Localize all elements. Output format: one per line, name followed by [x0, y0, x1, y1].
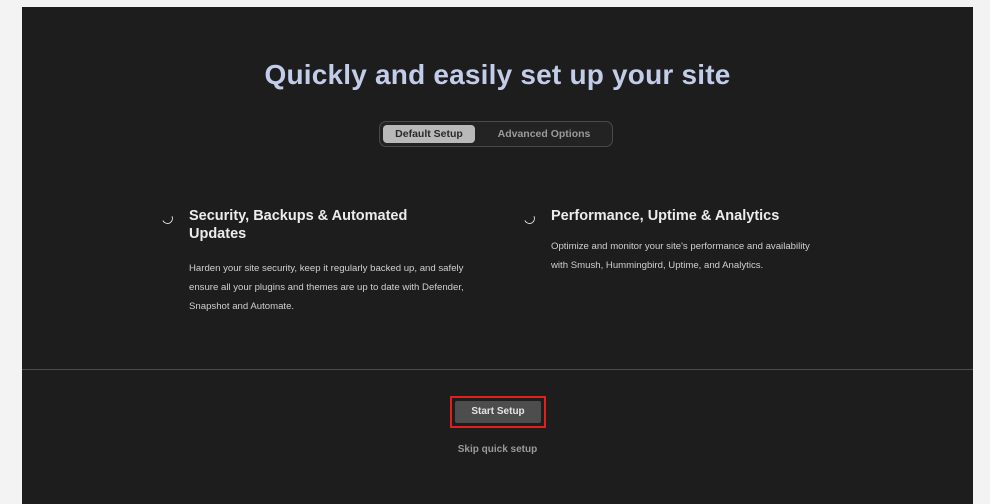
- start-setup-highlight: Start Setup: [450, 396, 546, 428]
- setup-mode-toggle: Default Setup Advanced Options: [379, 121, 613, 147]
- skip-quick-setup-link[interactable]: Skip quick setup: [22, 444, 973, 455]
- feature-title: Performance, Uptime & Analytics: [551, 208, 780, 224]
- feature-title: Security, Backups & Automated Updates: [189, 208, 408, 242]
- feature-description: Harden your site security, keep it regul…: [189, 263, 464, 312]
- loading-spinner-icon: [160, 211, 175, 226]
- loading-spinner-icon: [522, 211, 537, 226]
- feature-description: Optimize and monitor your site's perform…: [551, 241, 810, 271]
- advanced-options-tab[interactable]: Advanced Options: [480, 125, 608, 143]
- default-setup-tab[interactable]: Default Setup: [383, 125, 475, 143]
- setup-panel: Quickly and easily set up your site Defa…: [22, 7, 973, 504]
- section-divider: [22, 369, 973, 370]
- page-title: Quickly and easily set up your site: [264, 59, 731, 90]
- start-setup-button[interactable]: Start Setup: [455, 401, 541, 423]
